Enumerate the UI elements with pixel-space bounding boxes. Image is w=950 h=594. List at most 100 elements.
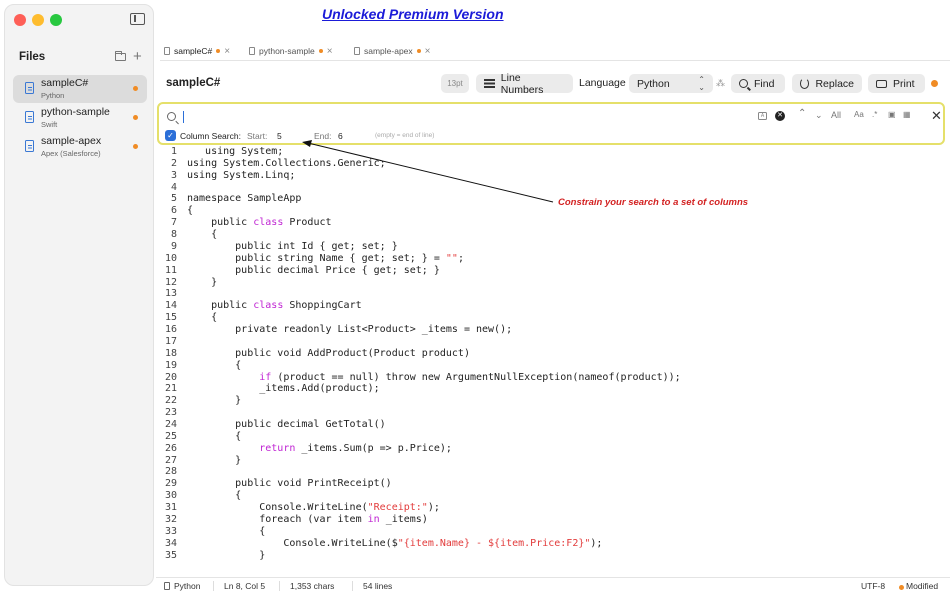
document-icon	[25, 111, 34, 123]
line-source: foreach (var item in _items)	[187, 513, 428, 525]
match-selection-icon[interactable]: A	[758, 112, 767, 120]
close-tab-icon[interactable]: ×	[224, 46, 230, 57]
code-line[interactable]: 29 public void PrintReceipt()	[157, 478, 392, 490]
line-number: 31	[164, 502, 177, 514]
status-encoding[interactable]: UTF-8	[861, 581, 885, 591]
line-number: 22	[164, 395, 177, 407]
language-label: Language	[579, 77, 626, 89]
language-select[interactable]: Python ⌃ ⌄	[629, 74, 713, 93]
search-input[interactable]	[181, 109, 751, 125]
code-line[interactable]: 7 public class Product	[157, 217, 332, 229]
code-line[interactable]: 8 {	[157, 229, 217, 241]
code-line[interactable]: 19 {	[157, 360, 241, 372]
code-line[interactable]: 23	[157, 407, 177, 419]
code-editor[interactable]: 1 using System; 2 using System.Collections…	[157, 146, 950, 576]
sidebar-item-samplecsharp[interactable]: sampleC# Python	[13, 75, 147, 103]
code-line[interactable]: 34 Console.WriteLine($"{item.Name} - ${i…	[157, 538, 602, 550]
tab-python-sample[interactable]: python-sample ×	[249, 44, 333, 58]
code-line[interactable]: 16 private readonly List<Product> _items…	[157, 324, 512, 336]
sidebar-toggle-icon[interactable]	[130, 13, 145, 25]
line-source: public void PrintReceipt()	[187, 478, 392, 490]
line-numbers-button[interactable]: Line Numbers	[476, 72, 573, 96]
column-search-checkbox[interactable]: ✓	[165, 130, 176, 141]
code-line[interactable]: 20 if (product == null) throw new Argume…	[157, 372, 681, 384]
code-line[interactable]: 15 {	[157, 312, 217, 324]
code-line[interactable]: 35 }	[157, 550, 265, 562]
sidebar-item-python-sample[interactable]: python-sample Swift	[13, 104, 147, 132]
code-line[interactable]: 12 }	[157, 277, 217, 289]
code-line[interactable]: 3 using System.Linq;	[157, 169, 295, 182]
code-line[interactable]: 18 public void AddProduct(Product produc…	[157, 348, 470, 360]
document-icon	[164, 47, 170, 55]
status-separator	[352, 581, 353, 591]
document-icon	[25, 140, 34, 152]
line-source: }	[187, 454, 242, 466]
replace-icon	[800, 78, 810, 89]
code-line[interactable]: 26 return _items.Sum(p => p.Price);	[157, 443, 452, 455]
code-line[interactable]: 4	[157, 182, 177, 194]
line-number: 15	[164, 312, 177, 324]
regex-toggle[interactable]: .*	[872, 110, 877, 119]
code-line[interactable]: 13	[157, 288, 177, 300]
font-size-button[interactable]: 13pt	[441, 74, 469, 93]
zoom-window-button[interactable]	[50, 14, 62, 26]
match-case-toggle[interactable]: Aa	[854, 110, 864, 119]
replace-button[interactable]: Replace	[792, 74, 862, 93]
code-line[interactable]: 1 using System;	[157, 146, 283, 158]
next-match-icon[interactable]: ⌄	[815, 110, 823, 121]
previous-match-icon[interactable]: ⌃	[798, 108, 806, 119]
code-line[interactable]: 11 public decimal Price { get; set; }	[157, 265, 440, 277]
code-line[interactable]: 22 }	[157, 395, 241, 407]
status-language[interactable]: Python	[174, 581, 200, 591]
code-line[interactable]: 28	[157, 466, 177, 478]
line-source: {	[187, 229, 218, 241]
whole-word-icon[interactable]: ▣	[888, 110, 896, 119]
code-line[interactable]: 31 Console.WriteLine("Receipt:");	[157, 502, 440, 514]
unsaved-dot	[318, 49, 323, 53]
annotation-text: Constrain your search to a set of column…	[558, 197, 749, 208]
close-tab-icon[interactable]: ×	[425, 46, 431, 57]
code-line[interactable]: 9 public int Id { get; set; }	[157, 241, 398, 253]
open-folder-icon[interactable]	[115, 51, 126, 61]
close-tab-icon[interactable]: ×	[327, 46, 333, 57]
line-number: 14	[164, 300, 177, 312]
code-line[interactable]: 10 public string Name { get; set; } = ""…	[157, 252, 464, 265]
code-line[interactable]: 6{	[157, 205, 193, 217]
line-number: 27	[164, 454, 177, 466]
clear-search-icon[interactable]: ✕	[775, 111, 785, 121]
sidebar-item-sample-apex[interactable]: sample-apex Apex (Salesforce)	[13, 133, 147, 161]
code-line[interactable]: 24 public decimal GetTotal()	[157, 419, 386, 431]
start-column-field[interactable]: 5	[277, 131, 282, 141]
code-line[interactable]: 32 foreach (var item in _items)	[157, 514, 428, 526]
line-number: 3	[170, 169, 177, 181]
code-line[interactable]: 2 using System.Collections.Generic;	[157, 158, 386, 170]
line-number: 30	[164, 490, 177, 502]
tab-samplecsharp[interactable]: sampleC# ×	[164, 44, 230, 58]
line-source: Console.WriteLine($"{item.Name} - ${item…	[187, 537, 603, 549]
code-line[interactable]: 14 public class ShoppingCart	[157, 300, 362, 312]
code-line[interactable]: 33 {	[157, 526, 265, 538]
line-number: 10	[164, 252, 177, 264]
code-line[interactable]: 21 _items.Add(product);	[157, 383, 380, 395]
tab-sample-apex[interactable]: sample-apex ×	[354, 44, 431, 58]
end-column-field[interactable]: 6	[338, 131, 343, 141]
close-search-icon[interactable]: ✕	[931, 108, 942, 124]
line-source: public class Product	[187, 217, 332, 229]
line-source: public decimal Price { get; set; }	[187, 264, 440, 276]
column-search-icon[interactable]: ▦	[903, 110, 911, 119]
new-file-icon[interactable]: +	[133, 49, 142, 64]
code-line[interactable]: 25 {	[157, 431, 241, 443]
magic-wand-icon[interactable]: ⁂	[716, 78, 725, 89]
premium-link[interactable]: Unlocked Premium Version	[322, 6, 504, 22]
code-line[interactable]: 17	[157, 336, 177, 348]
find-all-button[interactable]: All	[831, 110, 841, 120]
code-line[interactable]: 5 namespace SampleApp	[157, 193, 301, 205]
code-line[interactable]: 30 {	[157, 490, 241, 502]
print-button[interactable]: Print	[868, 74, 925, 93]
minimize-window-button[interactable]	[32, 14, 44, 26]
modified-dot	[899, 585, 904, 590]
close-window-button[interactable]	[14, 14, 26, 26]
line-source: return _items.Sum(p => p.Price);	[259, 442, 452, 454]
find-button[interactable]: Find	[731, 74, 785, 93]
code-line[interactable]: 27 }	[157, 454, 241, 467]
